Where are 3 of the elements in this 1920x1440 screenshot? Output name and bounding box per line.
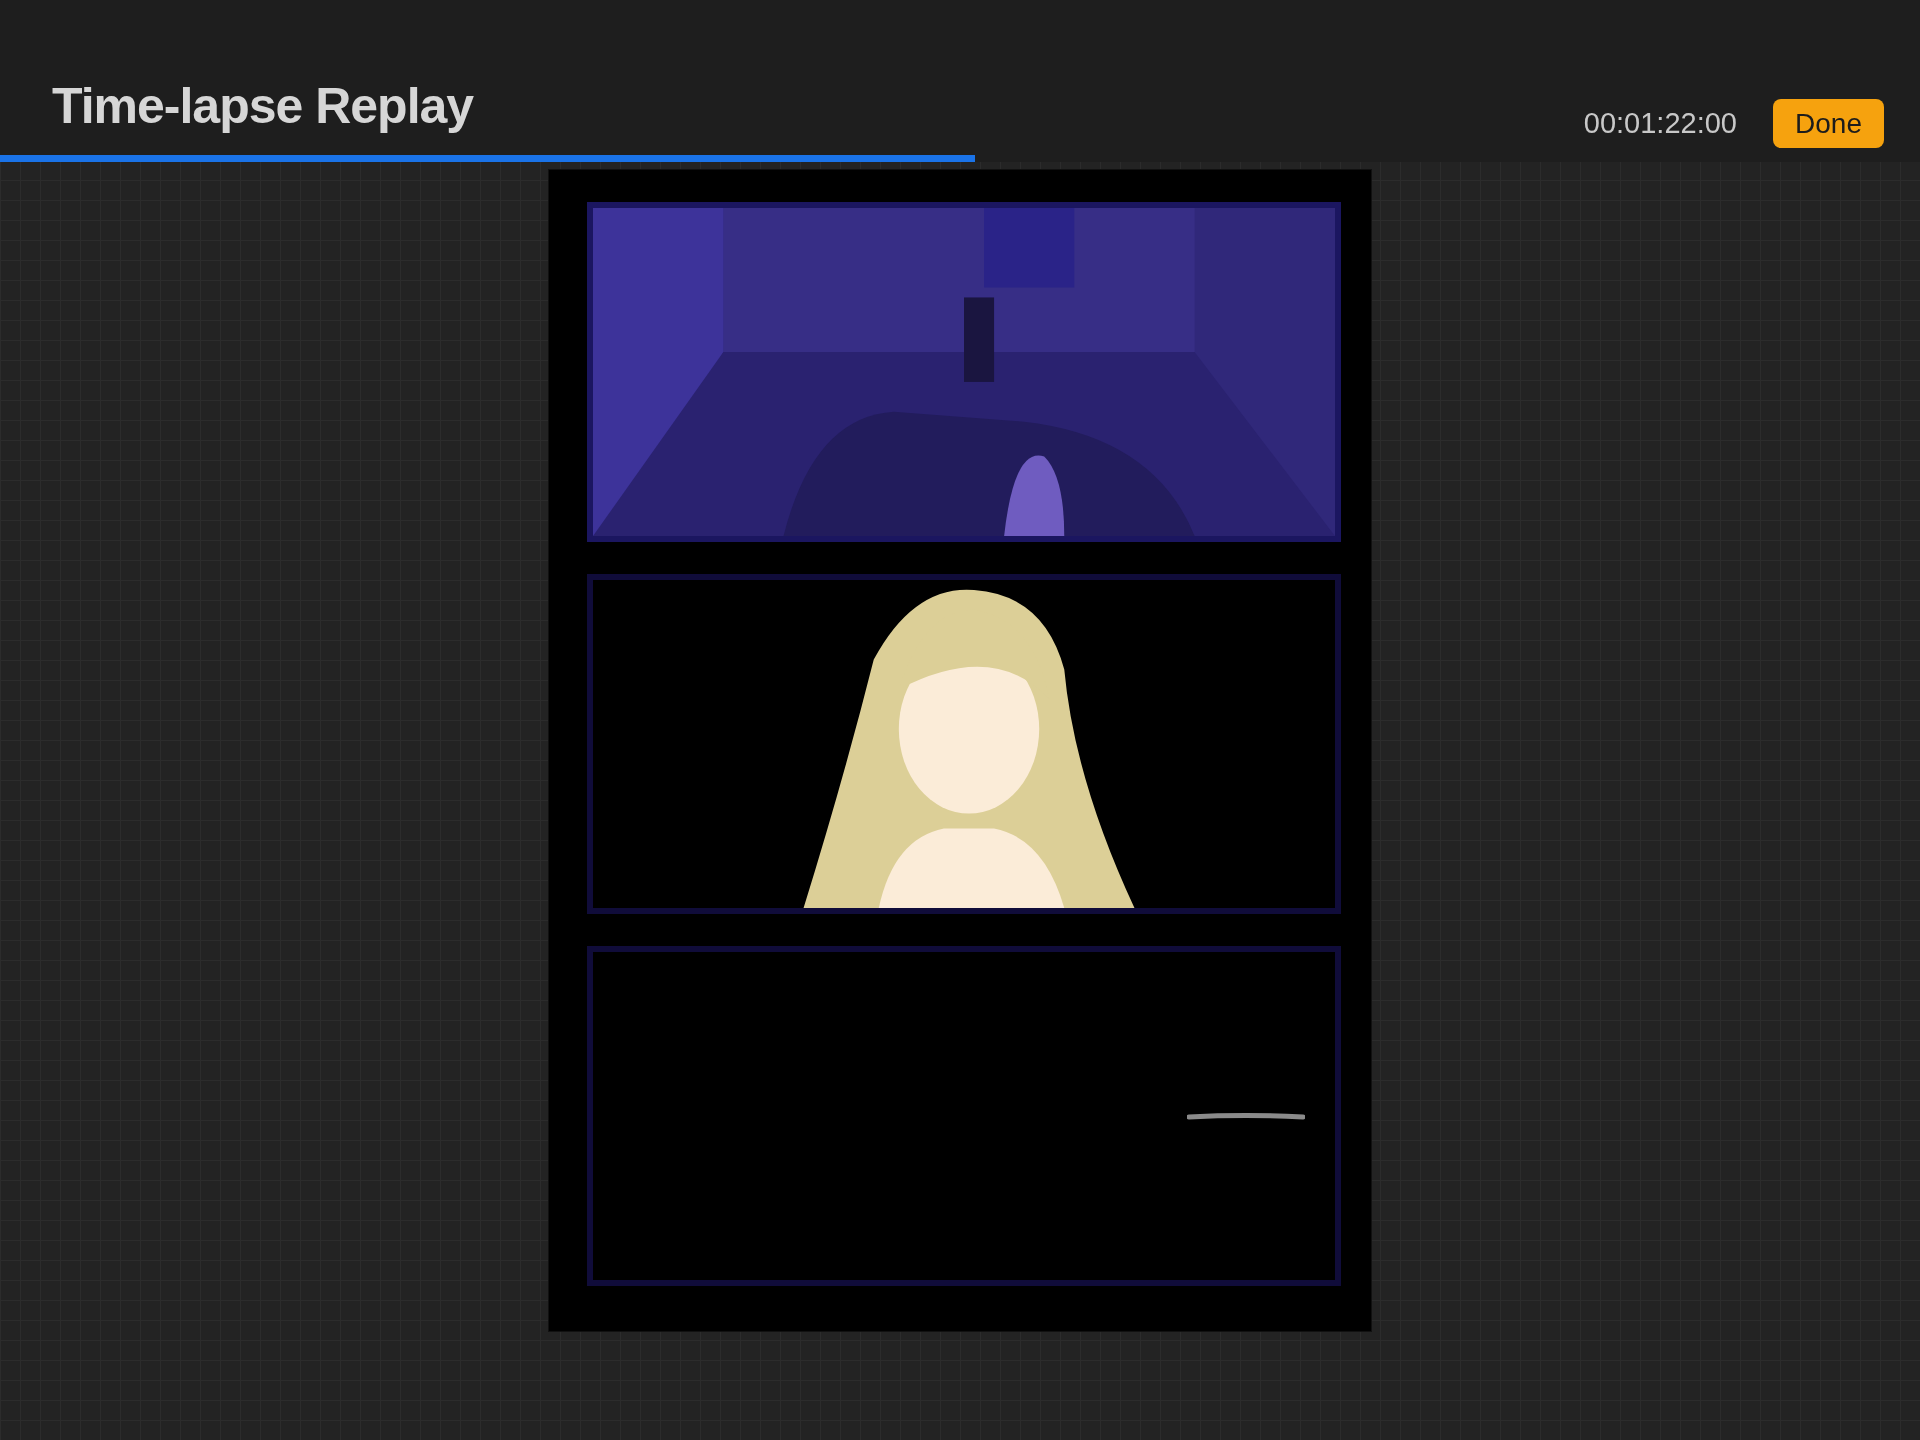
done-button[interactable]: Done: [1773, 99, 1884, 148]
timecode: 00:01:22:00: [1583, 107, 1737, 140]
screen-title: Time-lapse Replay: [52, 77, 474, 135]
